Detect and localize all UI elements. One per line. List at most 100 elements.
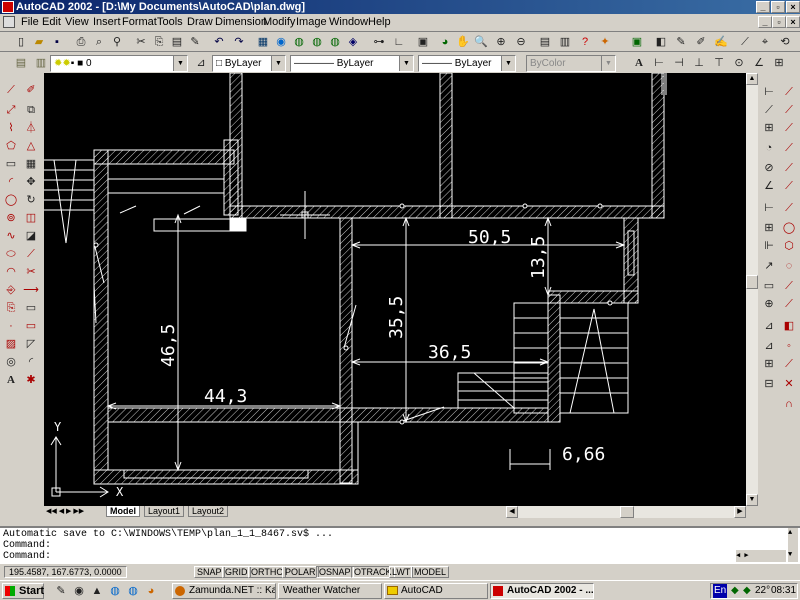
region-icon[interactable]: ◎ [2,353,20,371]
quicklaunch-icon[interactable]: ▲ [88,582,106,600]
tool-icon[interactable]: ⟋ [780,139,798,157]
zoom-previous-icon[interactable]: ⊖ [512,33,530,51]
menu-draw[interactable]: Draw [187,16,213,28]
properties-icon[interactable]: ▤ [536,33,554,51]
polygon-icon[interactable]: ⬠ [2,137,20,155]
layers-icon[interactable]: ▤ [12,54,30,72]
explode-icon[interactable]: ✱ [22,371,40,389]
construction-line-icon[interactable]: ⤢ [2,101,20,119]
doc-close-icon[interactable]: × [786,16,800,28]
tray-icon[interactable]: ◆ [731,584,739,598]
linetype-dropdown[interactable]: ———— ByLayer ▼ [290,55,414,72]
design-center-icon[interactable]: ▥ [556,33,574,51]
polyline-icon[interactable]: ⌇ [2,119,20,137]
command-scrollbar[interactable]: ◀ ▶ [736,550,786,562]
hatch-icon[interactable]: ▨ [2,335,20,353]
copy-icon[interactable]: ⎘ [150,33,168,51]
tool-icon[interactable]: ⟋ [780,119,798,137]
chevron-down-icon[interactable]: ▼ [501,56,515,71]
menu-insert[interactable]: Insert [93,16,121,28]
quicklaunch-icon[interactable]: ✎ [52,582,70,600]
make-block-icon[interactable]: ⎘ [2,299,20,317]
tool-icon[interactable]: ⟋ [780,101,798,119]
task-button-active[interactable]: AutoCAD 2002 - ... [490,583,594,599]
tool-icon[interactable]: ◦ [780,337,798,355]
help-icon[interactable]: ? [576,33,594,51]
rectangle-icon[interactable]: ▭ [2,155,20,173]
3d-orbit-icon[interactable]: ◕ [436,33,454,51]
publish-icon[interactable]: ◍ [326,33,344,51]
make-current-icon[interactable]: ⊿ [192,54,210,72]
command-vscrollbar[interactable]: ▲ ▼ [788,528,798,562]
print-icon[interactable]: ⎙ [72,33,90,51]
tool-icon[interactable]: ⟋ [780,83,798,101]
layer-manager-icon[interactable]: ▣ [628,33,646,51]
zoom-realtime-icon[interactable]: 🔍 [472,33,490,51]
tool-icon[interactable]: ◯ [780,219,798,237]
dim-text-edit-icon[interactable]: ⊿ [760,337,778,355]
chevron-down-icon[interactable]: ▼ [601,56,615,71]
zoom-window-icon[interactable]: ⊕ [492,33,510,51]
arc-icon[interactable]: ◜ [2,173,20,191]
start-button[interactable]: Start [2,583,44,599]
array-icon[interactable]: ▦ [22,155,40,173]
ucs-icon[interactable]: ∟ [390,33,408,51]
coordinates-display[interactable]: 195.4587, 167.6773, 0.0000 [4,566,127,578]
ordinate-dim-icon[interactable]: ⊞ [760,119,778,137]
layer-dropdown[interactable]: ✹✹▪ ■ 0 ▼ [50,55,188,72]
globe-icon[interactable]: ◍ [308,33,326,51]
chevron-down-icon[interactable]: ▼ [271,56,285,71]
tool-icon[interactable]: ⬡ [780,237,798,255]
match-properties-icon[interactable]: ✎ [186,33,204,51]
tray-icon[interactable]: ◆ [743,584,751,598]
move-icon[interactable]: ✥ [22,173,40,191]
tab-first-icon[interactable]: ◀◀ ◀ ▶ ▶▶ [46,507,84,515]
quicklaunch-icon[interactable]: ◉ [70,582,88,600]
chamfer-icon[interactable]: ◸ [22,335,40,353]
line-icon[interactable]: ⟋ [2,81,20,99]
quicklaunch-icon[interactable]: ◍ [124,582,142,600]
revision-cloud-icon[interactable]: ⊚ [2,209,20,227]
menu-view[interactable]: View [65,16,89,28]
dim-linear-icon[interactable]: ⊢ [650,54,668,72]
ellipse-icon[interactable]: ⬭ [2,245,20,263]
copy-object-icon[interactable]: ⧉ [22,101,40,119]
ortho-toggle[interactable]: ORTHO [248,566,287,578]
lwt-toggle[interactable]: LWT [389,566,414,578]
dim-update-icon[interactable]: ⊤ [710,54,728,72]
weather-temp[interactable]: 22° [755,584,770,598]
close-icon[interactable]: × [786,1,800,13]
edit-tool-4-icon[interactable]: ✍ [712,33,730,51]
dim-angle-icon[interactable]: ∠ [750,54,768,72]
ellipse-arc-icon[interactable]: ◠ [2,263,20,281]
pan-icon[interactable]: ✋ [454,33,472,51]
dim-style-icon[interactable]: ⊥ [690,54,708,72]
command-prompt[interactable]: Command: [3,551,797,562]
dim-ordinate-icon[interactable]: ⊞ [770,54,788,72]
menu-dimension[interactable]: Dimension [215,16,267,28]
cut-icon[interactable]: ✂ [132,33,150,51]
new-icon[interactable]: ▯ [12,33,30,51]
dim-style-icon[interactable]: ⊟ [760,375,778,393]
command-window[interactable]: Automatic save to C:\WINDOWS\TEMP\plan_1… [0,526,800,564]
firefox-icon[interactable]: ◕ [142,582,160,600]
tab-model[interactable]: Model [106,506,140,517]
model-toggle[interactable]: MODEL [411,566,450,578]
tool-icon[interactable]: ⟋ [780,277,798,295]
undo-icon[interactable]: ↶ [210,33,228,51]
tool-icon[interactable]: ⟋ [780,295,798,313]
osnap-toggle[interactable]: OSNAP [316,566,354,578]
tool-icon[interactable]: ◧ [780,317,798,335]
radius-dim-icon[interactable]: ◔ [760,139,778,157]
clock[interactable]: 08:31 [771,584,796,598]
document-icon[interactable] [3,16,15,28]
task-button[interactable]: Weather Watcher [278,583,382,599]
edit-tool-3-icon[interactable]: ✐ [692,33,710,51]
horizontal-scrollbar[interactable]: ◀ ▶ [506,506,746,518]
find-icon[interactable]: ⚲ [108,33,126,51]
polar-toggle[interactable]: POLAR [282,566,319,578]
scale-icon[interactable]: ◫ [22,209,40,227]
doc-restore-icon[interactable]: ▫ [772,16,786,28]
menu-edit[interactable]: Edit [42,16,61,28]
chevron-down-icon[interactable]: ▼ [399,56,413,71]
